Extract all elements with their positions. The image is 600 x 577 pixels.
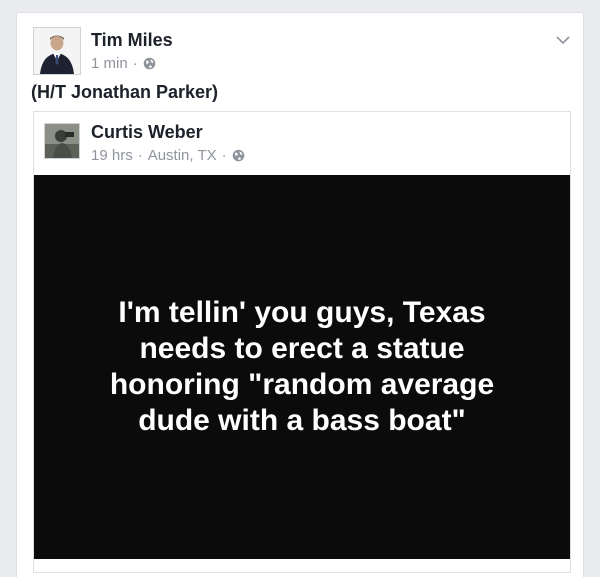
meta-separator: · <box>137 147 143 164</box>
author-name[interactable]: Tim Miles <box>91 30 173 51</box>
shared-post[interactable]: Curtis Weber 19 hrs · Austin, TX · I'm t… <box>33 111 571 573</box>
meta-separator: · <box>221 147 227 164</box>
author-avatar[interactable] <box>33 27 81 75</box>
post-text: (H/T Jonathan Parker) <box>31 82 219 102</box>
globe-icon[interactable] <box>232 149 245 162</box>
shared-author-name[interactable]: Curtis Weber <box>91 122 203 143</box>
post-timestamp[interactable]: 1 min <box>91 55 128 72</box>
shared-post-timestamp[interactable]: 19 hrs <box>91 147 133 164</box>
person-photo-icon <box>34 28 80 74</box>
globe-icon[interactable] <box>143 57 156 70</box>
text-image[interactable]: I'm tellin' you guys, Texas needs to ere… <box>34 175 570 559</box>
post-card: Tim Miles 1 min · (H/T Jonathan Parker) <box>16 12 584 577</box>
quote-text: I'm tellin' you guys, Texas needs to ere… <box>109 296 495 437</box>
shared-post-location[interactable]: Austin, TX <box>148 147 217 164</box>
meta-separator: · <box>132 55 138 72</box>
post-meta: 1 min · <box>91 55 156 72</box>
chevron-down-icon[interactable] <box>555 33 571 45</box>
shared-post-meta: 19 hrs · Austin, TX · <box>91 147 245 164</box>
shared-author-avatar[interactable] <box>44 123 80 159</box>
person-photo-icon <box>45 124 79 158</box>
